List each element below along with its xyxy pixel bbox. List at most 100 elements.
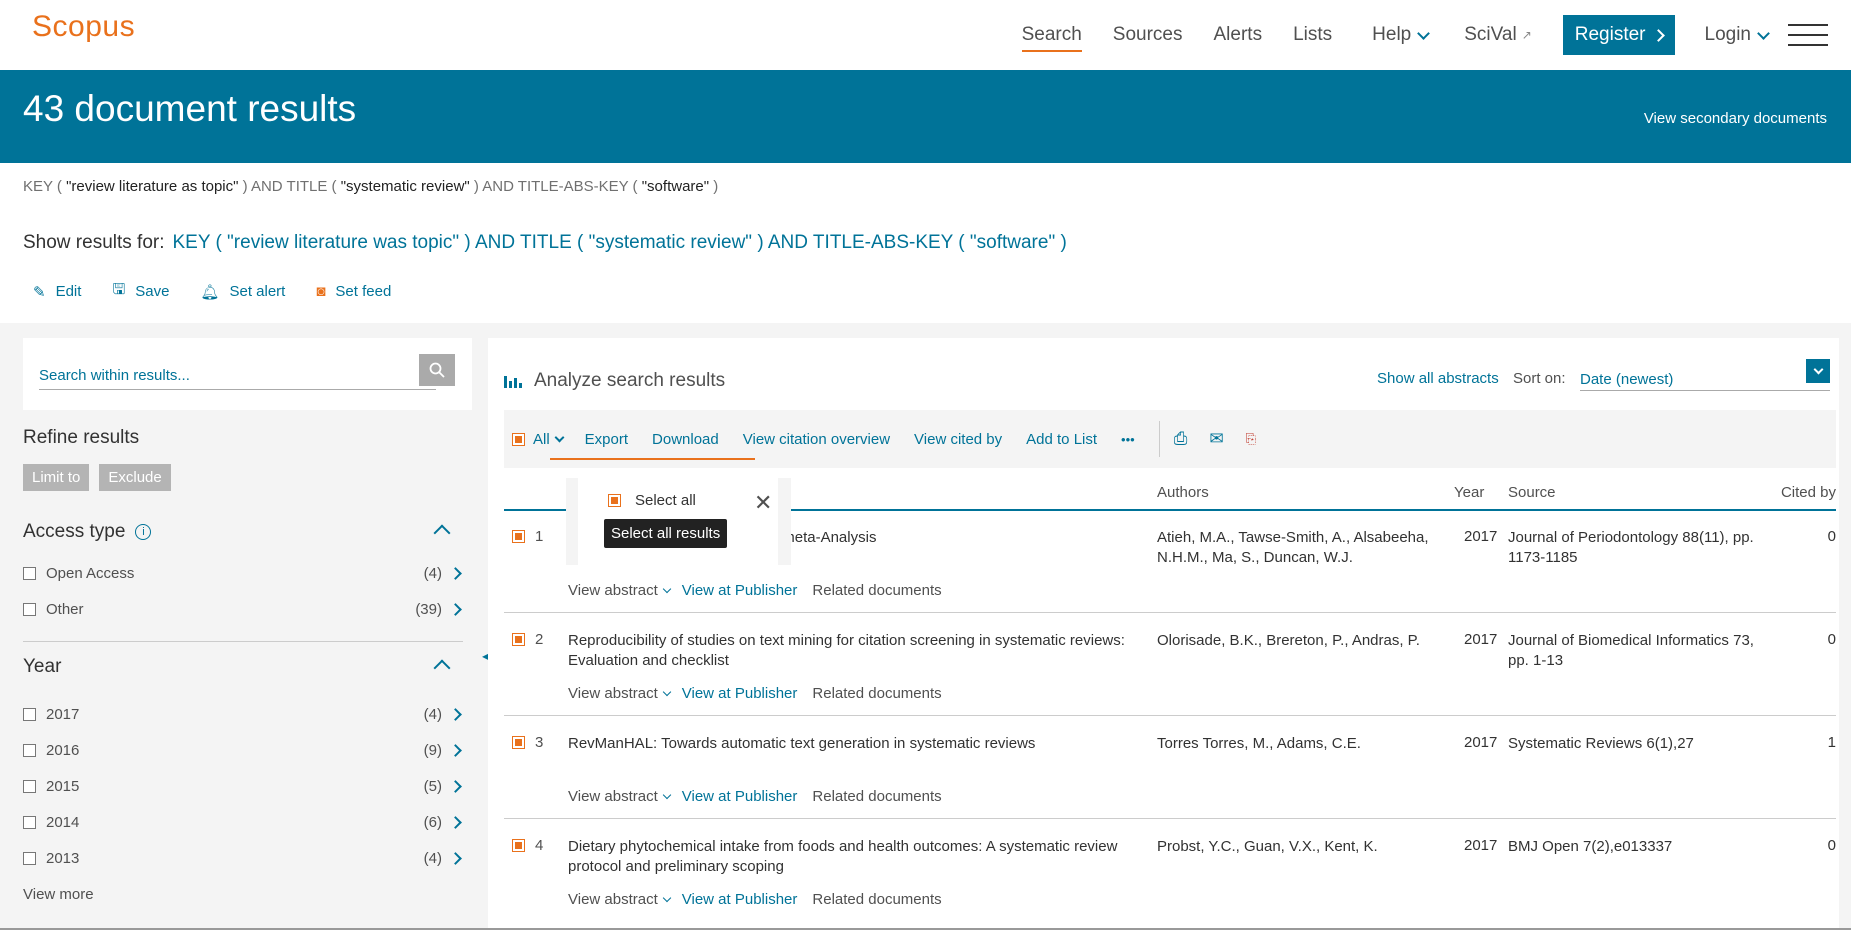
download-button[interactable]: Download [652,431,719,448]
sort-select[interactable]: Date (newest) [1580,359,1830,391]
checkbox-checked[interactable] [512,633,525,646]
related-documents-link[interactable]: Related documents [812,891,941,908]
related-documents-link[interactable]: Related documents [812,582,941,599]
related-documents-link[interactable]: Related documents [812,685,941,702]
chevron-right-icon[interactable] [449,779,462,793]
header-cited-by[interactable]: Cited by [1781,484,1836,501]
edit-button[interactable]: ✎ Edit [33,279,81,304]
facet-year[interactable]: Year [23,656,472,678]
checkbox-checked[interactable] [608,494,621,507]
set-feed-button[interactable]: ◙ Set feed [316,279,391,304]
citation-overview-button[interactable]: View citation overview [743,431,890,448]
add-to-list-button[interactable]: Add to List [1026,431,1097,448]
limit-to-button[interactable]: Limit to [23,464,90,491]
header-authors[interactable]: Authors [1157,484,1209,501]
view-at-publisher-link[interactable]: View at Publisher [682,582,798,599]
search-within-input[interactable]: Search within results... [39,358,436,390]
exclude-button[interactable]: Exclude [99,464,171,491]
cited-count[interactable]: 0 [1828,631,1836,648]
email-icon[interactable]: ✉ [1209,429,1223,449]
checkbox[interactable] [23,707,36,721]
facet-option[interactable]: 2017 (4) [23,696,472,732]
document-source[interactable]: Systematic Reviews 6(1),27 [1508,734,1758,754]
document-authors[interactable]: Olorisade, B.K., Brereton, P., Andras, P… [1157,631,1437,651]
checkbox-checked[interactable] [512,839,525,852]
nav-search[interactable]: Search [1021,24,1083,52]
facet-option[interactable]: 2014 (6) [23,804,472,840]
chevron-right-icon[interactable] [449,815,462,829]
view-secondary-link[interactable]: View secondary documents [1644,110,1827,127]
save-button[interactable]: 🖫 Save [112,279,169,304]
pdf-icon[interactable]: ⎘ [1246,431,1256,447]
document-title[interactable]: RevManHAL: Towards automatic text genera… [568,734,1128,754]
view-at-publisher-link[interactable]: View at Publisher [682,788,798,805]
info-icon[interactable]: i [135,524,152,540]
cited-count[interactable]: 1 [1828,734,1836,751]
chevron-down-icon[interactable] [1806,359,1830,383]
header-source[interactable]: Source [1508,484,1556,501]
document-authors[interactable]: Probst, Y.C., Guan, V.X., Kent, K. [1157,837,1437,857]
suggested-query-link[interactable]: KEY ( "review literature was topic" ) AN… [173,232,1067,253]
nav-alerts[interactable]: Alerts [1214,24,1263,46]
chevron-right-icon[interactable] [449,743,462,757]
checkbox-checked[interactable] [512,530,525,543]
nav-help[interactable]: Help [1372,24,1431,46]
chevron-up-icon[interactable] [433,524,451,542]
nav-sources[interactable]: Sources [1113,24,1183,46]
nav-scival[interactable]: SciVal ↗ [1464,24,1532,46]
facet-option[interactable]: 2015 (5) [23,768,472,804]
facet-option[interactable]: Other (39) [23,591,472,627]
view-abstract-link[interactable]: View abstract [568,685,672,702]
cited-count[interactable]: 0 [1828,837,1836,854]
checkbox[interactable] [23,743,36,757]
document-authors[interactable]: Torres Torres, M., Adams, C.E. [1157,734,1437,754]
view-more-link[interactable]: View more [23,886,472,903]
view-cited-by-button[interactable]: View cited by [914,431,1002,448]
view-abstract-link[interactable]: View abstract [568,891,672,908]
related-documents-link[interactable]: Related documents [812,788,941,805]
analyze-results-link[interactable]: Analyze search results [504,370,725,392]
menu-icon[interactable] [1788,24,1828,46]
checkbox[interactable] [23,779,36,793]
view-abstract-link[interactable]: View abstract [568,788,672,805]
header-year[interactable]: Year [1454,484,1484,501]
set-alert-button[interactable]: 🔔︎ Set alert [200,279,285,304]
view-abstract-link[interactable]: View abstract [568,582,672,599]
close-icon[interactable]: ✕ [754,492,772,514]
print-icon[interactable]: ⎙ [1174,429,1188,449]
chevron-up-icon[interactable] [433,659,451,677]
scopus-logo[interactable]: Scopus [32,10,135,44]
checkbox[interactable] [23,566,36,580]
show-all-abstracts-link[interactable]: Show all abstracts [1377,370,1499,387]
document-source[interactable]: Journal of Periodontology 88(11), pp. 11… [1508,528,1758,568]
facet-access-type[interactable]: Access type i [23,521,472,543]
document-source[interactable]: BMJ Open 7(2),e013337 [1508,837,1758,857]
chevron-right-icon[interactable] [449,566,462,580]
select-all-option[interactable]: Select all [608,492,696,509]
document-title[interactable]: Reproducibility of studies on text minin… [568,631,1128,671]
search-within-button[interactable] [419,354,455,386]
nav-login[interactable]: Login [1705,24,1770,46]
cited-count[interactable]: 0 [1828,528,1836,545]
chevron-right-icon[interactable] [449,851,462,865]
checkbox[interactable] [23,815,36,829]
view-at-publisher-link[interactable]: View at Publisher [682,685,798,702]
checkbox-checked[interactable] [512,432,525,446]
checkbox[interactable] [23,851,36,865]
export-button[interactable]: Export [585,431,628,448]
select-all-dropdown[interactable]: All [512,431,565,448]
more-options-icon[interactable]: ••• [1121,432,1135,447]
facet-option[interactable]: 2016 (9) [23,732,472,768]
register-button[interactable]: Register [1562,15,1675,55]
document-title[interactable]: Dietary phytochemical intake from foods … [568,837,1128,877]
nav-lists[interactable]: Lists [1293,24,1332,46]
facet-option[interactable]: Open Access (4) [23,555,472,591]
document-authors[interactable]: Atieh, M.A., Tawse-Smith, A., Alsabeeha,… [1157,528,1437,568]
checkbox[interactable] [23,602,36,616]
chevron-right-icon[interactable] [449,602,462,616]
document-source[interactable]: Journal of Biomedical Informatics 73, pp… [1508,631,1758,671]
facet-option[interactable]: 2013 (4) [23,840,472,876]
chevron-right-icon[interactable] [449,707,462,721]
view-at-publisher-link[interactable]: View at Publisher [682,891,798,908]
checkbox-checked[interactable] [512,736,525,749]
